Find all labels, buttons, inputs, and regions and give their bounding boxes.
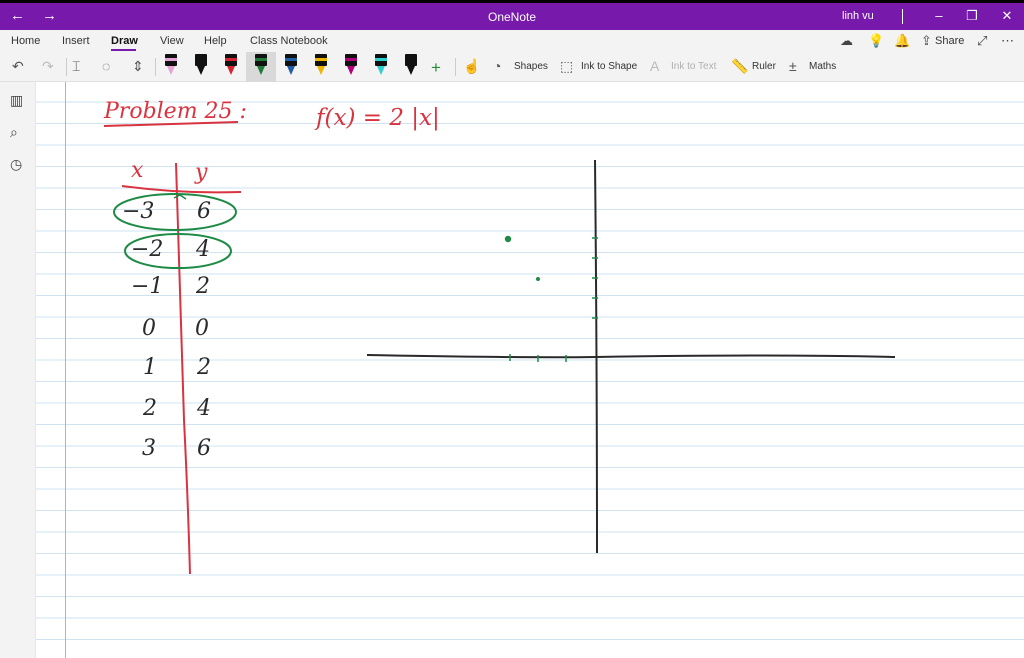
pen-6[interactable] — [313, 53, 329, 79]
toolbar-divider — [66, 58, 67, 76]
table-cell-y: 2 — [197, 355, 211, 380]
lightbulb-icon[interactable]: 💡 — [868, 33, 884, 49]
tab-view[interactable]: View — [160, 35, 184, 47]
table-cell-y: 0 — [195, 316, 209, 341]
table-cell-x: 2 — [143, 396, 157, 421]
table-cell-x: 1 — [143, 355, 157, 380]
pen-2[interactable] — [193, 53, 209, 79]
shapes-button[interactable]: Shapes — [514, 61, 548, 72]
pen-3[interactable] — [223, 53, 239, 79]
title-bar: ← → OneNote linh vu – ❐ ✕ — [0, 0, 1024, 30]
pen-tip — [347, 66, 355, 75]
more-options-icon[interactable]: ⋯ — [1001, 33, 1014, 49]
close-icon[interactable]: ✕ — [997, 8, 1017, 24]
pen-5[interactable] — [283, 53, 299, 79]
pen-color-band — [225, 58, 237, 61]
table-cell-x: −1 — [131, 274, 164, 299]
tab-draw[interactable]: Draw — [111, 35, 138, 47]
navigation-rail: ▥ ⌕ ◷ — [0, 82, 36, 658]
pen-9[interactable] — [403, 53, 419, 79]
toolbar-divider — [155, 58, 156, 76]
pen-1[interactable] — [163, 53, 179, 79]
pen-tip — [407, 66, 415, 75]
add-space-icon[interactable]: ⇕ — [132, 58, 144, 75]
table-header-y: y — [195, 160, 208, 185]
table-cell-x: −3 — [122, 199, 155, 224]
ribbon-tabs: Home Insert Draw View Help Class Noteboo… — [0, 30, 1024, 52]
maths-button[interactable]: Maths — [809, 61, 836, 72]
minimize-icon[interactable]: – — [929, 8, 949, 23]
share-button[interactable]: Share — [935, 35, 964, 47]
problem-title: Problem 25 : — [104, 99, 247, 124]
ruler-icon[interactable]: 📏 — [731, 58, 748, 75]
type-select-icon[interactable]: ⌶ — [72, 58, 80, 75]
pen-tip — [197, 66, 205, 75]
ruler-button[interactable]: Ruler — [752, 61, 776, 72]
table-cell-y: 4 — [196, 237, 210, 262]
ink-to-text-icon[interactable]: A — [650, 58, 659, 74]
tab-home[interactable]: Home — [11, 35, 40, 47]
search-icon[interactable]: ⌕ — [10, 124, 18, 141]
notification-bell-icon[interactable]: 🔔 — [894, 33, 910, 49]
pen-color-band — [345, 58, 357, 61]
pen-8[interactable] — [373, 53, 389, 79]
share-icon[interactable]: ⇪ — [921, 33, 932, 49]
touch-draw-icon[interactable]: ☝ — [463, 58, 480, 75]
titlebar-divider — [902, 9, 903, 24]
sync-status-icon[interactable]: ☁ — [840, 33, 853, 49]
tab-insert[interactable]: Insert — [62, 35, 90, 47]
lasso-select-icon[interactable]: ◌ — [102, 58, 110, 74]
table-header-x: x — [131, 158, 144, 183]
user-name[interactable]: linh vu — [842, 10, 874, 22]
notebooks-icon[interactable]: ▥ — [10, 92, 23, 109]
expand-icon[interactable]: ⤢ — [977, 33, 987, 49]
pen-4[interactable] — [253, 53, 269, 79]
pen-color-band — [285, 58, 297, 61]
redo-icon[interactable]: ↷ — [42, 58, 54, 75]
ink-to-text-button[interactable]: Ink to Text — [671, 61, 716, 72]
active-tab-indicator — [111, 49, 136, 51]
table-cell-y: 6 — [197, 436, 211, 461]
ink-to-shape-icon[interactable]: ⬚ — [560, 58, 573, 75]
note-canvas[interactable] — [36, 82, 1024, 658]
pen-color-band — [315, 58, 327, 61]
pen-color-band — [255, 58, 267, 61]
draw-toolbar: ↶ ↷ ⌶ ◌ ⇕ — [0, 52, 1024, 82]
table-cell-y: 2 — [196, 274, 210, 299]
tab-help[interactable]: Help — [204, 35, 227, 47]
tab-class-notebook[interactable]: Class Notebook — [250, 35, 328, 47]
undo-icon[interactable]: ↶ — [12, 58, 24, 75]
page-margin-line — [65, 82, 66, 658]
table-cell-x: 3 — [142, 436, 156, 461]
maths-icon[interactable]: ± — [789, 58, 797, 74]
shapes-icon[interactable]: ◔ — [493, 58, 501, 74]
function-expression: f(x) = 2 |x| — [316, 105, 440, 131]
add-pen-icon[interactable]: + — [431, 58, 441, 78]
toolbar-divider — [455, 58, 456, 76]
pen-tip — [167, 66, 175, 75]
pen-tip — [257, 66, 265, 75]
pen-color-band — [195, 58, 207, 61]
pen-color-band — [165, 58, 177, 61]
table-cell-y: 4 — [197, 396, 211, 421]
pen-tip — [317, 66, 325, 75]
table-cell-x: −2 — [131, 237, 164, 262]
ink-to-shape-button[interactable]: Ink to Shape — [581, 61, 637, 72]
pen-tip — [287, 66, 295, 75]
pen-tip — [377, 66, 385, 75]
table-cell-x: 0 — [142, 316, 156, 341]
restore-icon[interactable]: ❐ — [962, 8, 982, 24]
pen-tip — [227, 66, 235, 75]
pen-7[interactable] — [343, 53, 359, 79]
pen-color-band — [405, 58, 417, 61]
pen-color-band — [375, 58, 387, 61]
recent-clock-icon[interactable]: ◷ — [10, 156, 22, 173]
table-cell-y: 6 — [197, 199, 211, 224]
